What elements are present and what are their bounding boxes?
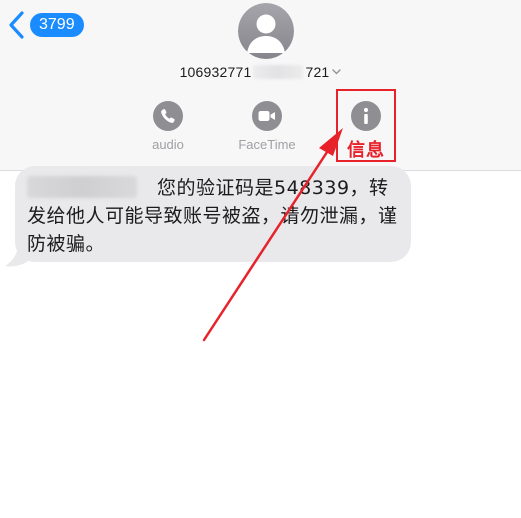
- back-button[interactable]: 3799: [6, 10, 84, 40]
- chevron-left-icon: [9, 11, 24, 39]
- info-circle: [351, 101, 381, 131]
- phone-icon: [161, 109, 175, 123]
- facetime-label: FaceTime: [238, 137, 296, 152]
- audio-button[interactable]: audio: [128, 101, 208, 152]
- contact-avatar[interactable]: [238, 3, 294, 59]
- message-text: 您的验证码是548339，转发给他人可能导致账号被盗，请勿泄漏，谨防被骗。: [15, 166, 402, 258]
- conversation-header: 3799 106932771 721 audio FaceTime 信息: [0, 0, 521, 171]
- contact-number-prefix: 106932771: [179, 64, 252, 80]
- person-silhouette-icon: [238, 3, 294, 59]
- contact-number-suffix: 721: [305, 64, 330, 80]
- info-label: 信息: [347, 140, 385, 161]
- audio-circle: [153, 101, 183, 131]
- facetime-circle: [252, 101, 282, 131]
- unread-count-badge: 3799: [30, 13, 84, 37]
- contact-number[interactable]: 106932771 721: [0, 64, 521, 80]
- info-icon: [363, 107, 369, 124]
- video-camera-icon: [258, 111, 275, 121]
- message-bubble[interactable]: 您的验证码是548339，转发给他人可能导致账号被盗，请勿泄漏，谨防被骗。: [15, 166, 411, 262]
- audio-label: audio: [152, 137, 184, 152]
- facetime-button[interactable]: FaceTime: [227, 101, 307, 152]
- redacted-sender: [27, 176, 137, 198]
- info-button[interactable]: 信息: [336, 101, 396, 162]
- redacted-digits: [253, 65, 304, 79]
- chevron-down-icon: [332, 69, 342, 75]
